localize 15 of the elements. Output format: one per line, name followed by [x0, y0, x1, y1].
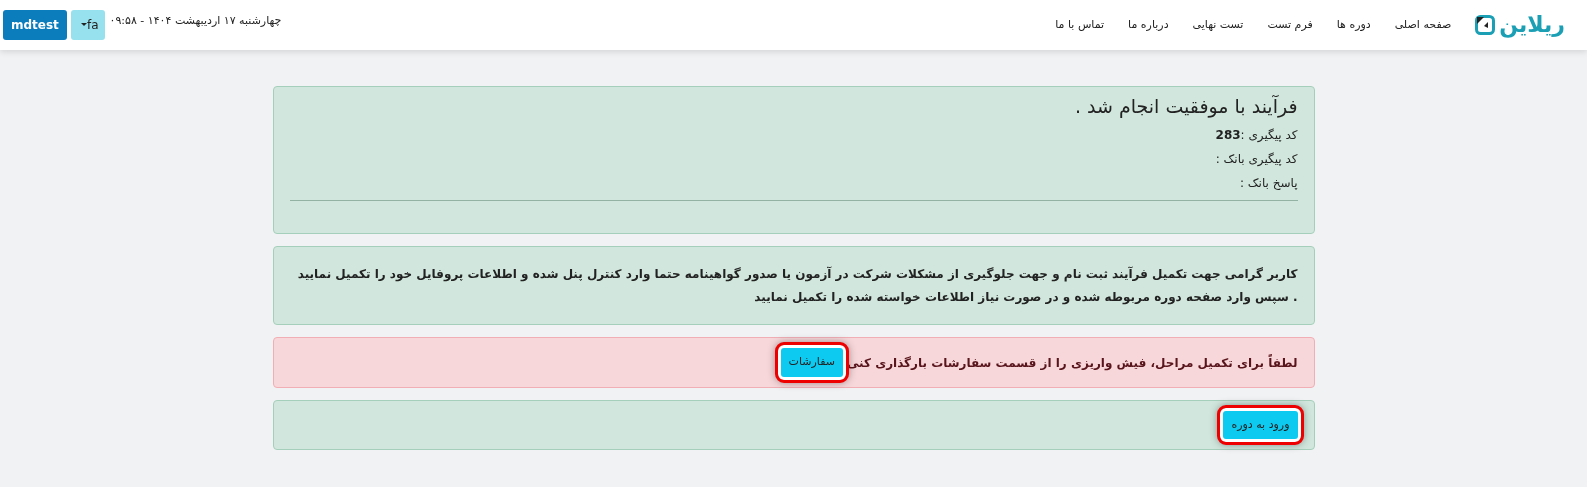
- warning-text: لطفاً برای تکمیل مراحل، فیش واریزی را از قسمت سفارشات بارگذاری کنی: [846, 353, 1298, 372]
- notice-text: کاربر گرامی جهت تکمیل فرآیند ثبت نام و جهت جلوگیری از مشکلات شرکت در آزمون یا صدور گواهینامه حتما وارد کنترل پنل شده و اطلاعات پروفایل خود را تکمیل نمایید . سپس وارد صفحه دوره مربوطه شده و در صورت نیاز اطلاعات خواسته شده را تکمیل نمایید: [296, 265, 1298, 307]
- nav-link[interactable]: دوره ها: [1336, 16, 1371, 34]
- nav-link[interactable]: تماس با ما: [1055, 16, 1105, 34]
- date-time-text: چهارشنبه ۱۷ اردیبهشت ۱۴۰۴ - ۰۹:۵۸: [109, 13, 282, 29]
- success-title: فرآیند با موفقیت انجام شد .: [1074, 95, 1298, 118]
- nav-link[interactable]: فرم تست: [1267, 16, 1313, 34]
- nav-link[interactable]: تست نهایی: [1192, 16, 1244, 34]
- user-button[interactable]: mdtest: [3, 10, 67, 40]
- logo-icon: [1475, 15, 1496, 35]
- info-line: کد پیگیری بانک :: [1214, 150, 1298, 168]
- nav-link[interactable]: درباره ما: [1128, 16, 1169, 34]
- language-dropdown[interactable]: fa: [70, 10, 106, 40]
- nav-link[interactable]: صفحه اصلی: [1394, 16, 1452, 34]
- info-line: پاسخ بانک :: [1238, 174, 1298, 192]
